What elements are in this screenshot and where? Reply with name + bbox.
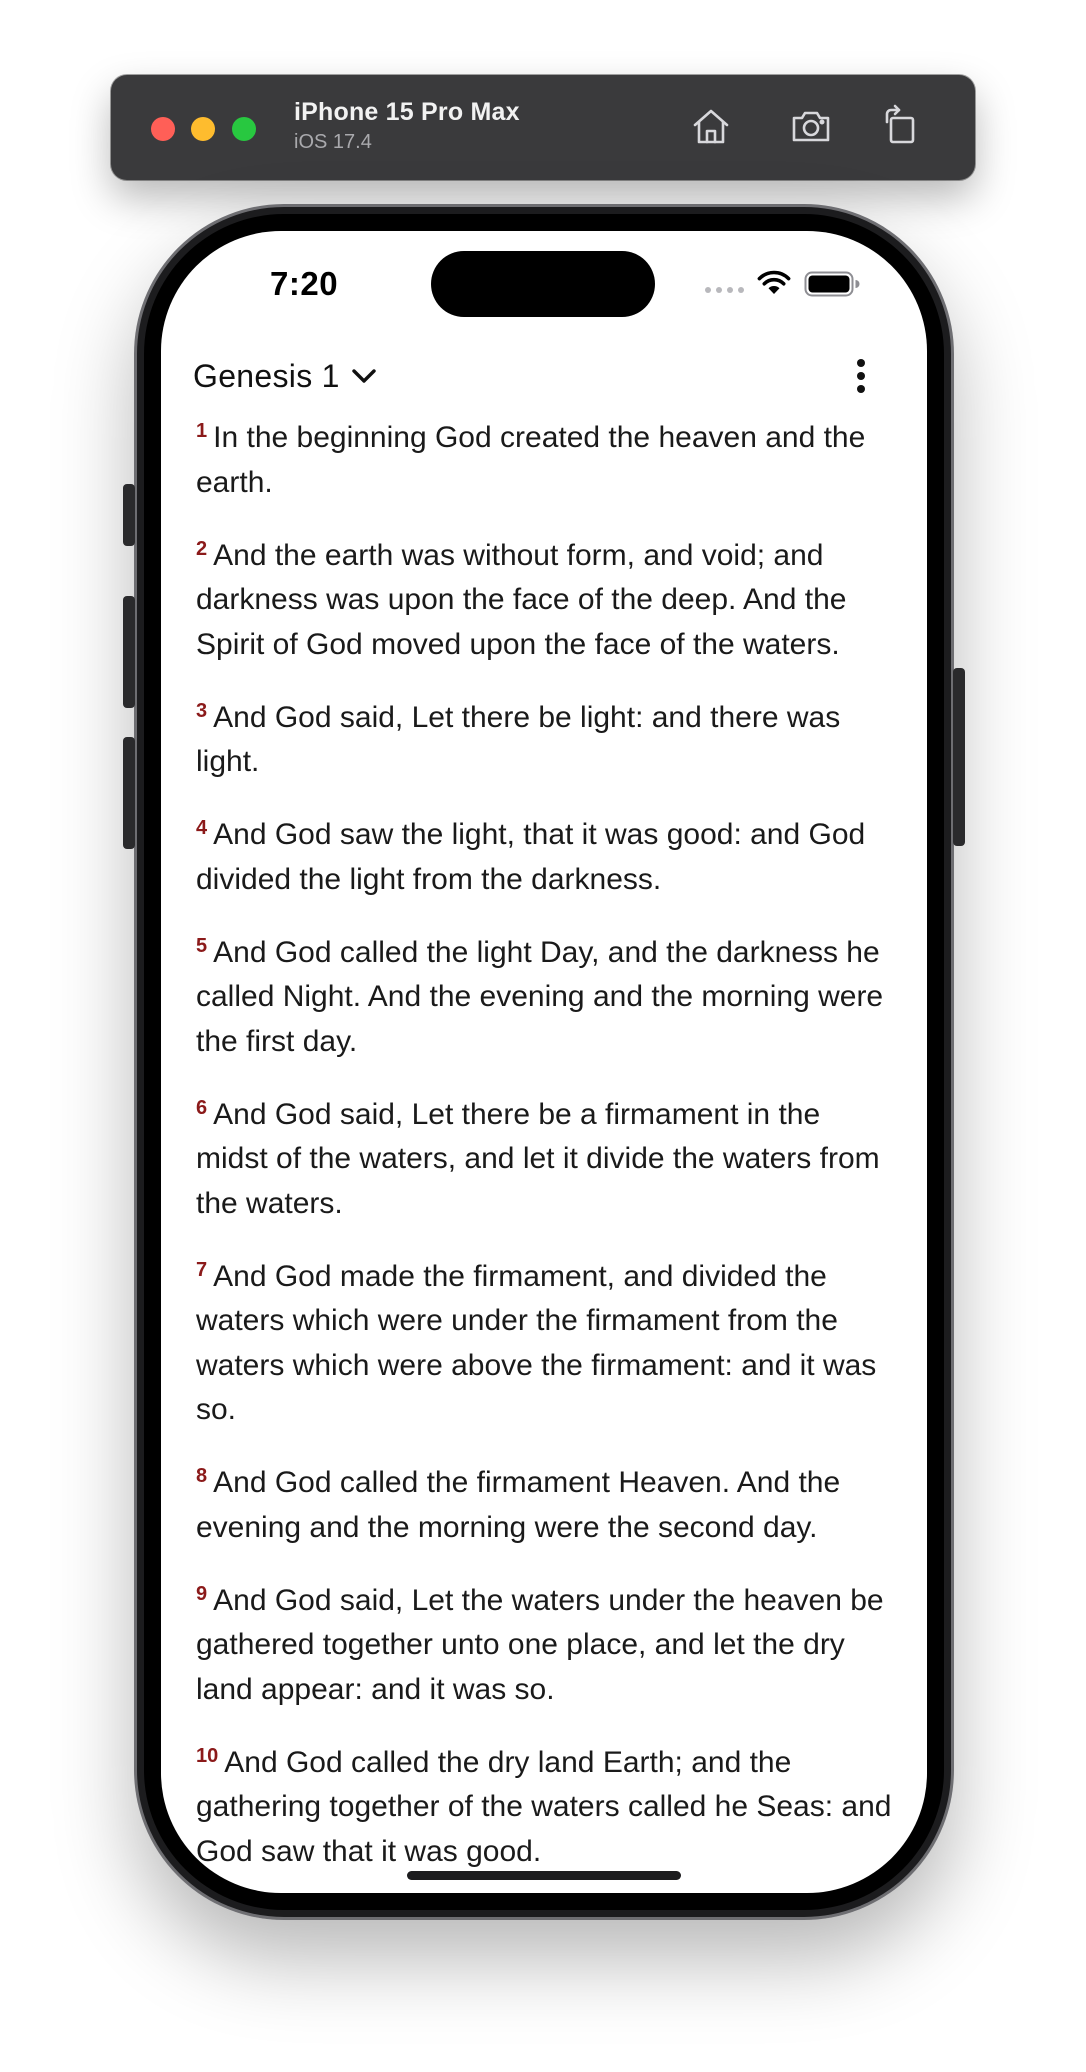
home-icon[interactable] [689, 104, 733, 148]
simulator-window: iPhone 15 Pro Max iOS 17.4 7:20 Genesis … [0, 0, 1086, 2072]
verse[interactable]: 10 And God called the dry land Earth; and… [196, 1734, 896, 1875]
verse-number: 2 [196, 537, 208, 560]
verse-text: And God said, Let there be light: and th… [196, 700, 841, 779]
verse[interactable]: 6 And God said, Let there be a firmament … [196, 1086, 896, 1227]
verse-text: And God said, Let there be a firmament i… [196, 1097, 880, 1220]
verse-number: 10 [196, 1744, 219, 1767]
chapter-selector[interactable]: Genesis 1 [193, 353, 378, 399]
verse-text: And God saw the light, that it was good:… [196, 818, 866, 896]
verse-number: 1 [196, 420, 208, 442]
verse-text: And God called the dry land Earth; and t… [196, 1745, 892, 1868]
verse-number: 9 [196, 1582, 208, 1605]
verse[interactable]: 8 And God called the firmament Heaven. An… [196, 1454, 896, 1550]
home-indicator[interactable] [407, 1871, 681, 1880]
phone-screen: 7:20 Genesis 1 1 In the beginning God cr… [161, 231, 927, 1893]
volume-down-button[interactable] [123, 737, 135, 849]
verse-number: 3 [196, 699, 208, 722]
wifi-icon [756, 268, 792, 296]
verse-number: 7 [196, 1258, 208, 1281]
os-version: iOS 17.4 [294, 131, 372, 153]
verse-list: 1 In the beginning God created the heaven… [196, 409, 896, 1893]
rotate-icon[interactable] [879, 104, 923, 148]
cellular-signal-icon [705, 287, 744, 293]
power-button[interactable] [953, 668, 965, 846]
verse-text: And God said, Let the waters under the h… [196, 1583, 884, 1706]
zoom-window-button[interactable] [232, 117, 256, 141]
verse-text: And God made the firmament, and divided … [196, 1259, 877, 1427]
verse[interactable]: 4 And God saw the light, that it was good… [196, 806, 896, 902]
more-vertical-icon[interactable] [849, 353, 873, 399]
verse-text: And God called the light Day, and the da… [196, 935, 884, 1058]
verse-number: 8 [196, 1465, 208, 1487]
close-window-button[interactable] [151, 117, 175, 141]
volume-up-button[interactable] [123, 596, 135, 708]
battery-icon [804, 271, 860, 297]
verse-text: And God called the firmament Heaven. And… [196, 1466, 841, 1544]
dynamic-island [431, 251, 655, 317]
screenshot-icon[interactable] [789, 104, 833, 148]
verse-number: 5 [196, 934, 208, 957]
minimize-window-button[interactable] [191, 117, 215, 141]
verse[interactable]: 9 And God said, Let the waters under the … [196, 1572, 896, 1713]
verse-number: 4 [196, 817, 208, 839]
verse[interactable]: 2 And the earth was without form, and voi… [196, 527, 896, 668]
action-button[interactable] [123, 484, 135, 546]
verse-text: In the beginning God created the heaven … [196, 421, 866, 499]
chapter-title: Genesis 1 [193, 357, 340, 394]
verse[interactable]: 1 In the beginning God created the heaven… [196, 409, 896, 505]
chevron-down-icon [352, 369, 376, 383]
verse[interactable]: 7 And God made the firmament, and divided… [196, 1248, 896, 1433]
status-time: 7:20 [270, 265, 339, 302]
device-name: iPhone 15 Pro Max [294, 98, 520, 126]
verse[interactable]: 3 And God said, Let there be light: and t… [196, 689, 896, 785]
verse[interactable]: 5 And God called the light Day, and the d… [196, 924, 896, 1065]
verse-number: 6 [196, 1096, 208, 1119]
verse-text: And the earth was without form, and void… [196, 538, 847, 661]
